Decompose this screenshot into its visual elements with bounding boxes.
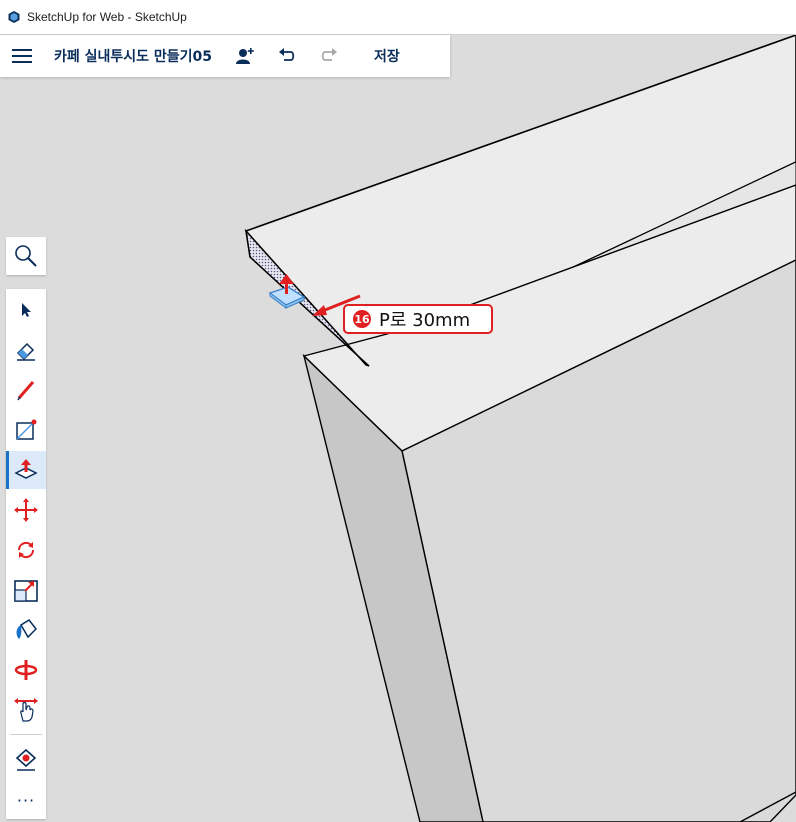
tape-tool-button[interactable]	[6, 741, 46, 779]
save-button[interactable]: 저장	[374, 46, 400, 66]
toolbar-divider	[10, 734, 42, 735]
orbit-tool-button[interactable]	[6, 651, 46, 689]
select-arrow-icon	[22, 303, 31, 317]
hamburger-menu-button[interactable]	[12, 49, 34, 63]
eraser-icon	[16, 342, 35, 361]
orbit-icon	[14, 660, 38, 680]
pan-tool-button[interactable]	[6, 691, 46, 729]
rectangle-icon	[16, 419, 37, 440]
paint-tool-button[interactable]	[6, 611, 46, 649]
pencil-icon	[17, 381, 35, 401]
document-title[interactable]: 카페 실내투시도 만들기05	[54, 46, 212, 66]
window-titlebar: SketchUp for Web - SketchUp	[0, 0, 796, 35]
instruction-callout: 16 P로 30mm	[343, 304, 493, 334]
more-tools-button[interactable]: ···	[6, 781, 46, 819]
more-icon: ···	[16, 790, 36, 810]
tool-palette: ···	[6, 289, 46, 819]
sketchup-logo-icon	[8, 11, 20, 23]
eraser-tool-button[interactable]	[6, 331, 46, 369]
tape-measure-icon	[15, 748, 37, 771]
redo-button[interactable]	[316, 43, 342, 69]
move-icon	[14, 498, 38, 522]
select-tool-button[interactable]	[6, 291, 46, 329]
push-pull-icon	[14, 459, 38, 479]
add-user-icon	[236, 48, 254, 64]
callout-text: P로 30mm	[379, 310, 471, 331]
paint-bucket-icon	[16, 619, 37, 639]
scale-tool-button[interactable]	[6, 571, 46, 609]
model-viewport[interactable]	[0, 35, 796, 822]
undo-icon	[279, 48, 295, 61]
pan-hand-icon	[14, 698, 38, 722]
scale-icon	[14, 580, 38, 602]
rotate-tool-button[interactable]	[6, 531, 46, 569]
rotate-icon	[17, 541, 35, 559]
redo-icon	[321, 48, 338, 61]
undo-button[interactable]	[274, 43, 300, 69]
share-user-button[interactable]	[232, 43, 258, 69]
document-header: 카페 실내투시도 만들기05 저장	[0, 35, 450, 77]
pencil-tool-button[interactable]	[6, 371, 46, 409]
rectangle-tool-button[interactable]	[6, 411, 46, 449]
window-title: SketchUp for Web - SketchUp	[27, 10, 187, 24]
move-tool-button[interactable]	[6, 491, 46, 529]
search-icon	[15, 245, 37, 267]
step-number-badge: 16	[353, 310, 371, 328]
push-pull-tool-button[interactable]	[6, 451, 46, 489]
search-tool-button[interactable]	[6, 237, 46, 275]
